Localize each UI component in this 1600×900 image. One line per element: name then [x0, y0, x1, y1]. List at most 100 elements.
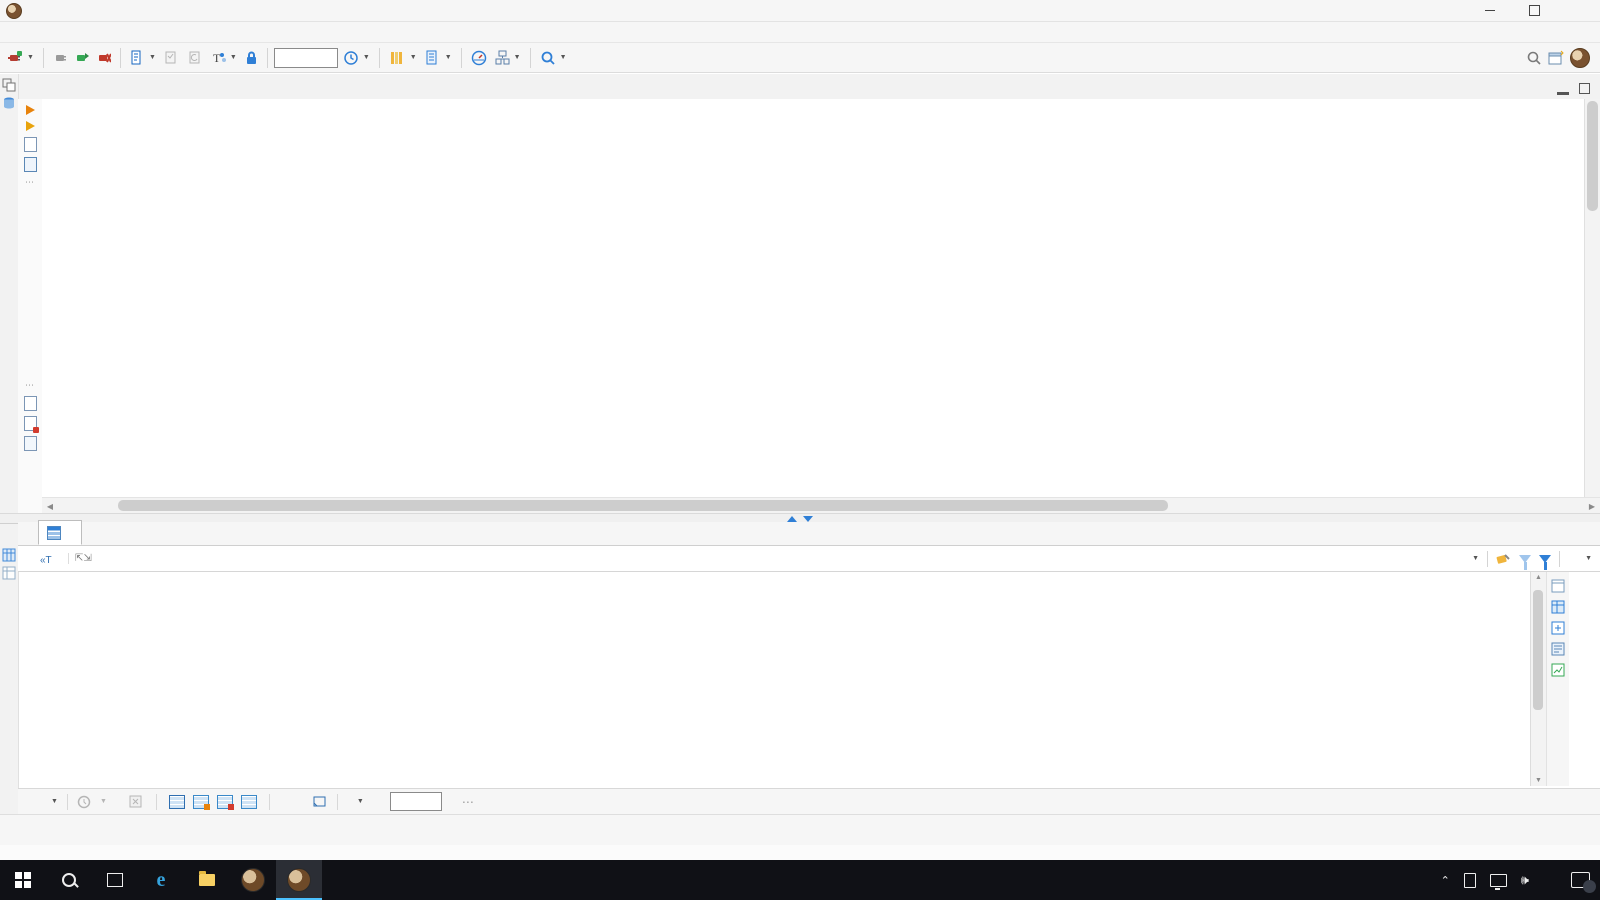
transaction-log-button[interactable]: ▼: [340, 48, 373, 68]
database-selector[interactable]: ▼: [422, 48, 455, 67]
grid-tab-icon: [47, 525, 61, 540]
results-tab-bar: [18, 520, 1600, 546]
panel-maximize-icon[interactable]: [1551, 579, 1565, 593]
chevron-down-icon: ▼: [148, 54, 156, 61]
disconnect-button[interactable]: [94, 48, 114, 68]
dbeaver-perspective-icon[interactable]: [1570, 47, 1590, 68]
edit-cell-icon[interactable]: [240, 794, 257, 809]
minimize-view-icon[interactable]: [1557, 92, 1569, 95]
new-connection-button[interactable]: ▼: [4, 48, 37, 68]
close-button[interactable]: [1556, 0, 1600, 22]
main-toolbar: ▼ ▼ T ▼ ▼ ▼ ▼ ▼ ▼: [0, 43, 1600, 73]
commit-button[interactable]: [161, 48, 183, 67]
commit-mode-button[interactable]: ▼: [492, 48, 524, 67]
transaction-mode-button[interactable]: T ▼: [209, 48, 240, 67]
taskbar-search-icon[interactable]: [46, 860, 92, 900]
value-viewer-icon[interactable]: [1551, 600, 1565, 614]
duplicate-row-icon[interactable]: [192, 794, 210, 810]
execute-statement-icon[interactable]: [25, 105, 35, 115]
usb-tray-icon[interactable]: [1463, 872, 1476, 888]
menu-bar: [0, 22, 1600, 43]
chevron-down-icon: ▼: [409, 54, 417, 61]
maximize-results-icon[interactable]: [803, 515, 813, 522]
chevron-down-icon: ▼: [513, 54, 521, 61]
results-toolbar: ▼ ▼ ▼ ⋯: [18, 788, 1600, 814]
auto-commit-selector[interactable]: [273, 47, 338, 68]
volume-tray-icon[interactable]: 🕪: [1521, 872, 1529, 888]
title-bar: [0, 0, 1600, 22]
chevron-down-icon[interactable]: ▼: [1472, 555, 1479, 562]
connect-button[interactable]: [50, 48, 70, 68]
output-log-icon[interactable]: [23, 396, 37, 411]
execute-script-icon[interactable]: [25, 121, 35, 131]
error-log-icon[interactable]: [23, 416, 39, 433]
maximize-editor-icon[interactable]: [787, 515, 797, 522]
connection-selector[interactable]: ▼: [386, 48, 420, 68]
workbench-left-strip: [0, 74, 19, 814]
action-center-icon[interactable]: [1571, 872, 1596, 893]
restore-panel-icon[interactable]: [2, 78, 16, 92]
search-button[interactable]: ▼: [537, 48, 570, 68]
aggregate-panel-icon[interactable]: [1551, 663, 1565, 677]
clear-filter-icon[interactable]: [1496, 552, 1511, 566]
dbeaver-pinned-icon[interactable]: [230, 860, 276, 900]
results-filter-bar: «T ⇱⇲ ▼ ▼: [18, 546, 1600, 572]
chevron-down-icon[interactable]: ▼: [1585, 555, 1592, 562]
explain-plan-icon[interactable]: [23, 137, 37, 152]
app-logo-icon: [6, 2, 22, 19]
grid-view-tab-icon-2[interactable]: [2, 566, 16, 580]
rollback-button[interactable]: [185, 48, 207, 67]
windows-taskbar: e ⌃ 🕪: [0, 860, 1600, 900]
maximize-button[interactable]: [1512, 0, 1556, 22]
tray-expand-icon[interactable]: ⌃: [1441, 874, 1450, 887]
grid-view-tab-icon[interactable]: [2, 548, 16, 562]
goto-row-icon[interactable]: [312, 795, 327, 808]
open-perspective-icon[interactable]: [1548, 50, 1564, 66]
editor-vertical-scrollbar[interactable]: [1584, 99, 1600, 497]
chevron-down-icon: ▼: [444, 54, 452, 61]
sql-editor-button[interactable]: ▼: [127, 48, 159, 67]
results-tab[interactable]: [38, 520, 82, 545]
metadata-panel-icon[interactable]: [1551, 642, 1565, 656]
grid-right-panel-strip: [1546, 572, 1569, 786]
database-navigator-icon[interactable]: [2, 96, 16, 110]
chevron-down-icon: ▼: [362, 54, 370, 61]
query-log-icon[interactable]: [23, 436, 37, 451]
start-button[interactable]: [0, 860, 46, 900]
save-icon: [77, 795, 91, 808]
maximize-view-icon[interactable]: [1579, 83, 1590, 94]
editor-tab-bar: [18, 74, 1600, 100]
quick-search-icon[interactable]: [1526, 50, 1542, 66]
chevron-down-icon[interactable]: ▼: [357, 798, 364, 805]
expand-filter-icon[interactable]: ⇱⇲: [68, 553, 92, 564]
cancel-icon: [129, 795, 142, 808]
svg-text:«T: «T: [40, 555, 52, 566]
file-explorer-icon[interactable]: [184, 860, 230, 900]
dashboard-button[interactable]: [468, 48, 490, 68]
statement-list-icon[interactable]: [23, 157, 37, 172]
ie-browser-icon[interactable]: e: [138, 860, 184, 900]
minimize-button[interactable]: [1468, 0, 1512, 22]
sql-editor-side-toolbar: ⋯ ⋯: [18, 99, 43, 514]
remove-filter-icon[interactable]: [1519, 554, 1532, 570]
lock-icon[interactable]: [242, 48, 261, 67]
task-view-icon[interactable]: [92, 860, 138, 900]
calc-panel-icon[interactable]: [1551, 621, 1565, 635]
fetch-size-input[interactable]: [389, 792, 442, 811]
editor-horizontal-scrollbar[interactable]: ◀ ▶: [42, 497, 1600, 514]
chevron-down-icon: ▼: [229, 54, 237, 61]
chevron-down-icon: ▼: [27, 54, 34, 61]
svg-text:T: T: [213, 51, 221, 65]
network-tray-icon[interactable]: [1489, 873, 1507, 890]
add-row-icon[interactable]: [168, 794, 185, 809]
filter-type-icon: «T: [40, 555, 52, 566]
chevron-down-icon[interactable]: ▼: [51, 798, 58, 805]
dbeaver-running-icon[interactable]: [276, 860, 322, 900]
chevron-down-icon: ▼: [559, 54, 567, 61]
result-grid[interactable]: [40, 572, 1530, 786]
save-filter-icon[interactable]: [1539, 554, 1552, 570]
grid-vertical-scrollbar[interactable]: ▲ ▼: [1530, 572, 1546, 786]
reconnect-button[interactable]: [72, 48, 92, 68]
delete-row-icon[interactable]: [216, 794, 234, 810]
sql-editor[interactable]: [42, 99, 1584, 497]
